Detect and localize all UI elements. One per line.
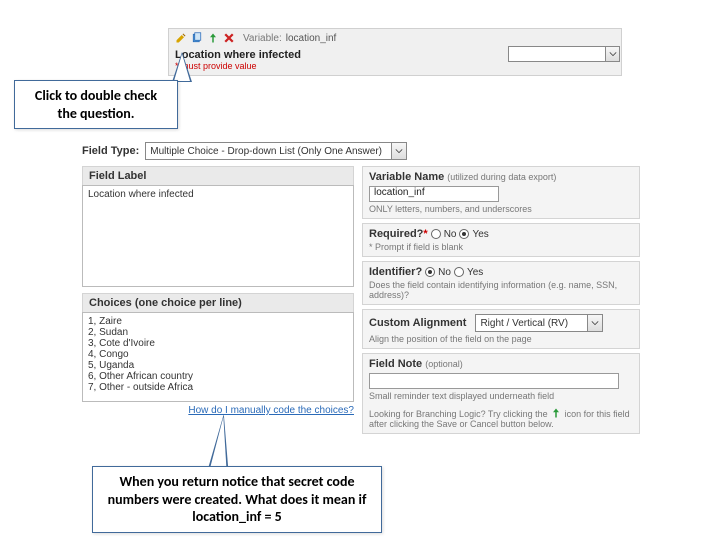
field-type-select[interactable]: Multiple Choice - Drop-down List (Only O… [145, 142, 407, 160]
chevron-down-icon [587, 315, 602, 331]
field-label-text: Location where infected [88, 189, 194, 200]
alignment-section: Custom Alignment Right / Vertical (RV) A… [362, 309, 640, 349]
identifier-no-radio[interactable] [425, 267, 435, 277]
field-editor: Field Type: Multiple Choice - Drop-down … [82, 140, 644, 434]
variable-name-input[interactable]: location_inf [369, 186, 499, 202]
branching-logic-icon [550, 407, 562, 419]
variable-name-text: location_inf [286, 33, 337, 44]
branching-hint: Looking for Branching Logic? Try clickin… [369, 407, 633, 429]
alignment-value: Right / Vertical (RV) [480, 318, 568, 329]
required-no-radio[interactable] [431, 229, 441, 239]
identifier-section: Identifier? No Yes Does the field contai… [362, 261, 640, 305]
required-section: Required?* No Yes * Prompt if field is b… [362, 223, 640, 257]
variable-name-section: Variable Name (utilized during data expo… [362, 166, 640, 219]
field-note-input[interactable] [369, 373, 619, 389]
alignment-hint: Align the position of the field on the p… [369, 334, 633, 344]
chevron-down-icon [391, 143, 406, 159]
branching-icon[interactable] [207, 32, 219, 44]
field-note-hint: Small reminder text displayed underneath… [369, 391, 633, 401]
field-note-optional: (optional) [425, 359, 463, 369]
field-label-header: Field Label [82, 166, 354, 185]
required-hint: * Prompt if field is blank [369, 242, 633, 252]
identifier-head: Identifier? [369, 266, 422, 278]
field-label-input[interactable]: Location where infected [82, 185, 354, 287]
alignment-head: Custom Alignment [369, 317, 466, 329]
variable-name-rule: ONLY letters, numbers, and underscores [369, 204, 633, 214]
callout-pointer [172, 52, 192, 82]
chevron-down-icon [605, 47, 619, 61]
field-note-section: Field Note (optional) Small reminder tex… [362, 353, 640, 434]
callout-check-question: Click to double check the question. [14, 80, 178, 129]
choices-help-link[interactable]: How do I manually code the choices? [188, 405, 354, 416]
field-note-head: Field Note [369, 358, 422, 370]
identifier-yes-radio[interactable] [454, 267, 464, 277]
required-no-label: No [444, 229, 457, 240]
variable-name-hint: (utilized during data export) [447, 172, 556, 182]
variable-name-head: Variable Name [369, 171, 444, 183]
required-yes-radio[interactable] [459, 229, 469, 239]
choices-text: 1, Zaire 2, Sudan 3, Cote d'Ivoire 4, Co… [88, 316, 193, 393]
choices-header: Choices (one choice per line) [82, 293, 354, 312]
pencil-icon[interactable] [175, 32, 187, 44]
answer-dropdown[interactable] [508, 46, 620, 62]
callout-secret-codes: When you return notice that secret code … [92, 466, 382, 533]
alignment-select[interactable]: Right / Vertical (RV) [475, 314, 603, 332]
choices-textarea[interactable]: 1, Zaire 2, Sudan 3, Cote d'Ivoire 4, Co… [82, 312, 354, 402]
field-type-label: Field Type: [82, 145, 139, 157]
required-indicator: * must provide value [169, 61, 621, 75]
required-yes-label: Yes [472, 229, 488, 240]
variable-prefix: Variable: [243, 33, 282, 44]
delete-icon[interactable] [223, 32, 235, 44]
field-type-value: Multiple Choice - Drop-down List (Only O… [150, 146, 382, 157]
identifier-hint: Does the field contain identifying infor… [369, 280, 633, 300]
copy-icon[interactable] [191, 32, 203, 44]
identifier-no-label: No [438, 267, 451, 278]
identifier-yes-label: Yes [467, 267, 483, 278]
required-head: Required?* [369, 228, 428, 240]
